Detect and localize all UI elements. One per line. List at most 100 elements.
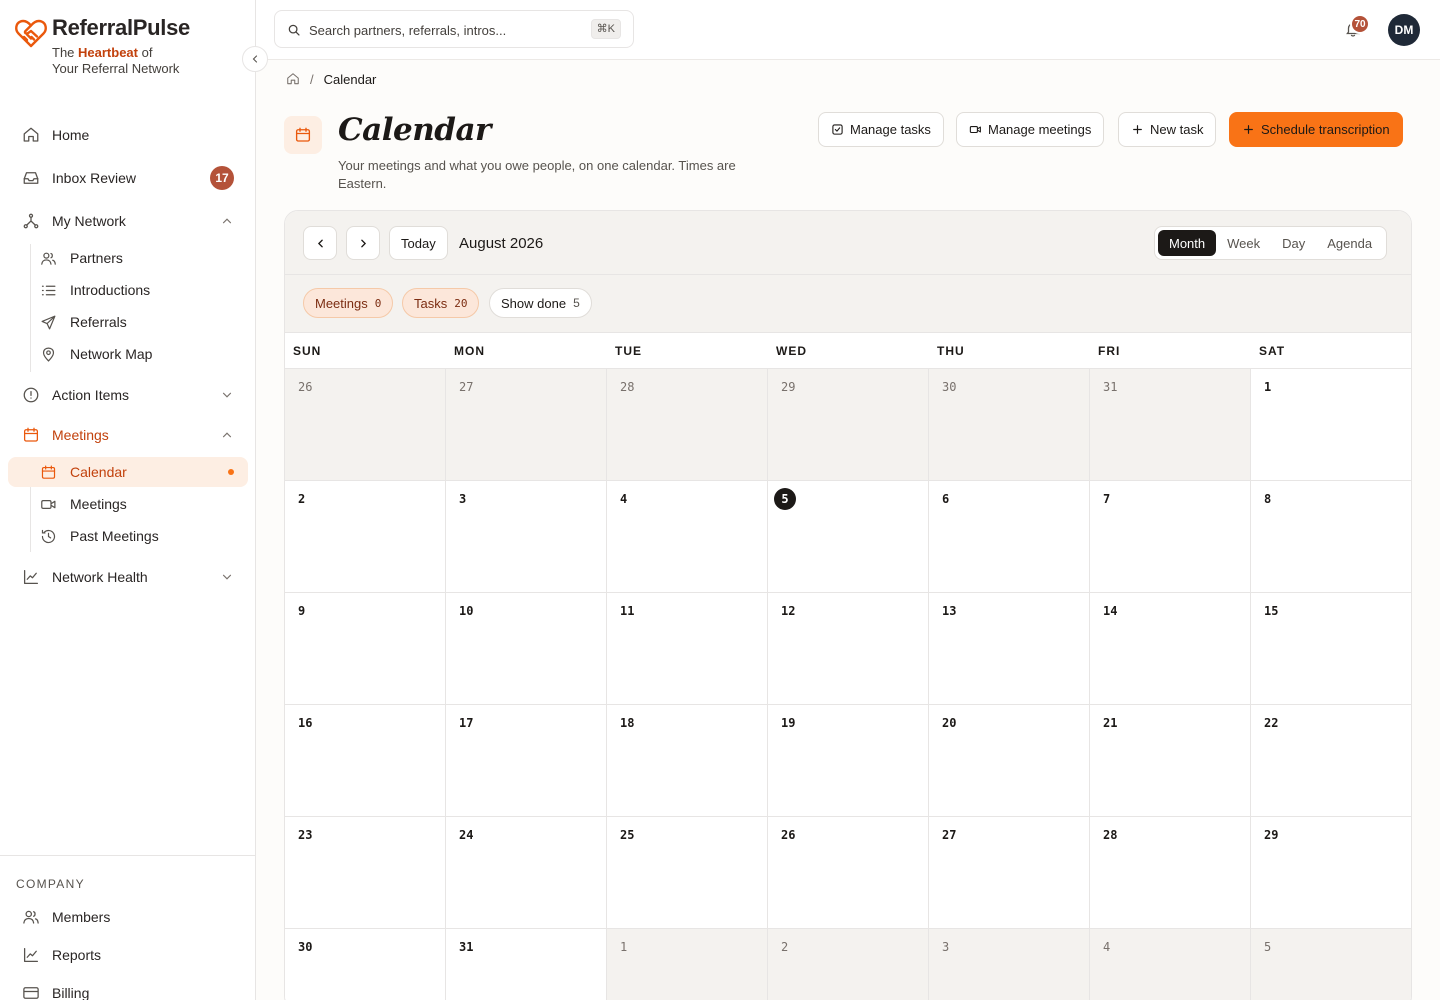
tagline-pre: The: [52, 45, 79, 60]
nav-action-items[interactable]: Action Items: [8, 380, 248, 410]
topbar: ⌘K 70 DM: [256, 0, 1440, 60]
day-cell[interactable]: 14: [1090, 593, 1251, 705]
day-cell[interactable]: 10: [446, 593, 607, 705]
nav-home[interactable]: Home: [8, 120, 248, 150]
day-cell[interactable]: 8: [1251, 481, 1411, 593]
day-cell[interactable]: 24: [446, 817, 607, 929]
sidebar: ReferralPulse The Heartbeat of Your Refe…: [0, 0, 256, 1000]
day-cell[interactable]: 19: [768, 705, 929, 817]
nav-my-network[interactable]: My Network: [8, 206, 248, 236]
day-number: 29: [1264, 828, 1279, 842]
view-month-tab[interactable]: Month: [1158, 230, 1217, 256]
tasks-filter-count: 20: [454, 296, 468, 310]
nav-network-map[interactable]: Network Map: [8, 339, 248, 369]
search-input[interactable]: [309, 20, 579, 40]
day-cell[interactable]: 26: [285, 369, 446, 481]
day-cell[interactable]: 16: [285, 705, 446, 817]
day-number: 20: [942, 716, 957, 730]
manage-meetings-button[interactable]: Manage meetings: [956, 112, 1105, 147]
nav-meetings-list-label: Meetings: [70, 496, 127, 512]
schedule-transcription-button[interactable]: Schedule transcription: [1229, 112, 1403, 147]
new-task-button[interactable]: New task: [1118, 112, 1217, 147]
day-cell[interactable]: 1: [607, 929, 768, 1000]
search-shortcut-hint: ⌘K: [590, 19, 621, 39]
search-box[interactable]: ⌘K: [274, 10, 634, 48]
day-cell[interactable]: 9: [285, 593, 446, 705]
video-icon: [969, 125, 981, 134]
day-cell[interactable]: 21: [1090, 705, 1251, 817]
day-cell[interactable]: 27: [929, 817, 1090, 929]
day-cell[interactable]: 17: [446, 705, 607, 817]
day-cell[interactable]: 22: [1251, 705, 1411, 817]
user-avatar[interactable]: DM: [1388, 14, 1420, 46]
notification-count-badge: 70: [1350, 14, 1370, 34]
day-cell[interactable]: 26: [768, 817, 929, 929]
nav-partners[interactable]: Partners: [8, 243, 248, 273]
alert-circle-icon: [23, 387, 39, 403]
day-cell[interactable]: 28: [1090, 817, 1251, 929]
day-number: 5: [1264, 940, 1272, 954]
nav-inbox-review[interactable]: Inbox Review 17: [8, 163, 248, 193]
day-cell[interactable]: 18: [607, 705, 768, 817]
weekday-label: SAT: [1259, 344, 1286, 358]
nav-network-health[interactable]: Network Health: [8, 562, 248, 592]
day-number: 28: [1103, 828, 1118, 842]
day-cell[interactable]: 5: [768, 481, 929, 593]
day-cell[interactable]: 12: [768, 593, 929, 705]
nav-members[interactable]: Members: [8, 902, 248, 932]
view-day-tab[interactable]: Day: [1271, 230, 1316, 256]
day-cell[interactable]: 1: [1251, 369, 1411, 481]
previous-month-button[interactable]: [303, 226, 337, 260]
day-cell[interactable]: 29: [768, 369, 929, 481]
weekday-label: SUN: [293, 344, 322, 358]
day-cell[interactable]: 5: [1251, 929, 1411, 1000]
day-cell[interactable]: 23: [285, 817, 446, 929]
day-cell[interactable]: 31: [446, 929, 607, 1000]
nav-meetings-list[interactable]: Meetings: [8, 489, 248, 519]
day-cell[interactable]: 4: [1090, 929, 1251, 1000]
day-cell[interactable]: 3: [929, 929, 1090, 1000]
day-cell[interactable]: 25: [607, 817, 768, 929]
tagline-line2: Your Referral Network: [52, 61, 180, 76]
nav-introductions[interactable]: Introductions: [8, 275, 248, 305]
nav-calendar[interactable]: Calendar: [8, 457, 248, 487]
map-pin-icon: [42, 347, 55, 362]
view-week-tab[interactable]: Week: [1216, 230, 1271, 256]
nav-reports[interactable]: Reports: [8, 940, 248, 970]
day-cell[interactable]: 3: [446, 481, 607, 593]
day-cell[interactable]: 30: [285, 929, 446, 1000]
nav-introductions-label: Introductions: [70, 282, 151, 298]
nav-meetings[interactable]: Meetings: [8, 420, 248, 450]
nav-referrals[interactable]: Referrals: [8, 307, 248, 337]
day-cell[interactable]: 28: [607, 369, 768, 481]
nav-billing[interactable]: Billing: [8, 978, 248, 1000]
day-cell[interactable]: 2: [768, 929, 929, 1000]
day-cell[interactable]: 27: [446, 369, 607, 481]
day-cell[interactable]: 11: [607, 593, 768, 705]
day-number: 8: [1264, 492, 1272, 506]
day-cell[interactable]: 13: [929, 593, 1090, 705]
day-cell[interactable]: 2: [285, 481, 446, 593]
home-icon[interactable]: [286, 72, 300, 86]
day-number: 17: [459, 716, 474, 730]
day-cell[interactable]: 4: [607, 481, 768, 593]
day-cell[interactable]: 15: [1251, 593, 1411, 705]
view-agenda-tab[interactable]: Agenda: [1316, 230, 1383, 256]
chevron-down-icon: [222, 574, 232, 580]
tasks-filter-chip[interactable]: Tasks 20: [402, 288, 480, 318]
new-task-label: New task: [1150, 122, 1204, 137]
day-cell[interactable]: 20: [929, 705, 1090, 817]
nav-past-meetings[interactable]: Past Meetings: [8, 521, 248, 551]
collapse-sidebar-button[interactable]: [242, 46, 268, 72]
day-cell[interactable]: 30: [929, 369, 1090, 481]
day-cell[interactable]: 29: [1251, 817, 1411, 929]
meetings-filter-chip[interactable]: Meetings 0: [303, 288, 394, 318]
next-month-button[interactable]: [346, 226, 380, 260]
day-cell[interactable]: 7: [1090, 481, 1251, 593]
day-cell[interactable]: 31: [1090, 369, 1251, 481]
manage-tasks-button[interactable]: Manage tasks: [818, 112, 944, 147]
show-done-toggle[interactable]: Show done 5: [489, 288, 592, 318]
line-chart-icon: [23, 569, 39, 585]
day-cell[interactable]: 6: [929, 481, 1090, 593]
today-button[interactable]: Today: [389, 226, 448, 260]
